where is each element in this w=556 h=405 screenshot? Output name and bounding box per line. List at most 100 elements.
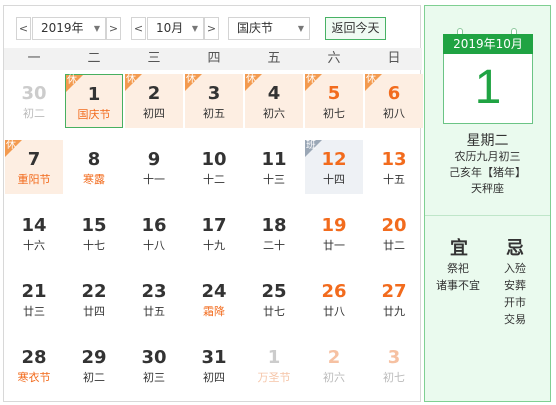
lunar-label: 十二 (203, 173, 225, 186)
weekday-label: 四 (207, 51, 221, 66)
day-cell[interactable]: 18 二十 (245, 206, 303, 260)
day-number: 10 (201, 149, 227, 170)
day-cell[interactable]: 10 十二 (185, 140, 243, 194)
day-number: 6 (387, 83, 401, 104)
month-select[interactable]: 10月 ▼ (147, 17, 204, 40)
next-month-button[interactable]: > (204, 17, 219, 40)
day-cell[interactable]: 24 霜降 (185, 272, 243, 326)
day-cell[interactable]: 16 十八 (125, 206, 183, 260)
day-cell[interactable]: 休 3 初五 (185, 74, 243, 128)
lunar-label: 廿一 (323, 239, 345, 252)
chevron-left-icon: < (18, 22, 29, 35)
day-cell[interactable]: 休 6 初八 (365, 74, 423, 128)
lunar-label: 万圣节 (257, 371, 291, 384)
prev-month-button[interactable]: < (131, 17, 146, 40)
day-number: 1 (267, 347, 281, 368)
date-card-header: 2019年10月 (443, 34, 533, 54)
weekday-header: 一二三四五六日 (4, 48, 422, 70)
day-cell[interactable]: 29 初二 (65, 338, 123, 392)
day-cell[interactable]: 17 十九 (185, 206, 243, 260)
lunar-label: 廿四 (83, 305, 105, 318)
ji-label: 忌 (506, 238, 524, 259)
day-cell[interactable]: 14 十六 (5, 206, 63, 260)
day-number: 1 (87, 84, 101, 105)
next-year-button[interactable]: > (106, 17, 121, 40)
day-cell[interactable]: 11 十三 (245, 140, 303, 194)
ganzhi-year: 己亥年【猪年】 (449, 166, 526, 179)
day-cell[interactable]: 13 十五 (365, 140, 423, 194)
weekday-label: 一 (27, 51, 41, 66)
lunar-label: 十三 (263, 173, 285, 186)
detail-divider (425, 215, 550, 216)
day-cell[interactable]: 3 初七 (365, 338, 423, 392)
lunar-label: 寒衣节 (17, 371, 51, 384)
day-number: 21 (21, 281, 47, 302)
lunar-label: 初六 (263, 107, 285, 120)
day-cell[interactable]: 1 万圣节 (245, 338, 303, 392)
day-cell[interactable]: 9 十一 (125, 140, 183, 194)
lunar-label: 二十 (263, 239, 285, 252)
lunar-label: 十八 (143, 239, 165, 252)
lunar-label: 十五 (383, 173, 405, 186)
day-number: 26 (321, 281, 347, 302)
lunar-label: 十七 (83, 239, 105, 252)
calendar-toolbar: < 2019年 ▼ > < 10月 ▼ > 国庆节 ▼ 返回今天 (4, 6, 422, 48)
day-cell[interactable]: 25 廿七 (245, 272, 303, 326)
day-number: 20 (381, 215, 407, 236)
day-cell[interactable]: 30 初三 (125, 338, 183, 392)
year-select-value: 2019年 (41, 21, 84, 35)
yi-label: 宜 (450, 238, 468, 259)
day-number: 22 (81, 281, 107, 302)
year-select[interactable]: 2019年 ▼ (32, 17, 106, 40)
lunar-label: 初三 (143, 371, 165, 384)
caret-down-icon: ▼ (93, 24, 100, 33)
lunar-label: 国庆节 (77, 108, 111, 121)
yi-item: 祭祀 (447, 262, 469, 275)
prev-year-button[interactable]: < (16, 17, 31, 40)
chevron-left-icon: < (133, 22, 144, 35)
day-number: 28 (21, 347, 47, 368)
day-number: 11 (261, 149, 287, 170)
yi-item: 诸事不宜 (436, 279, 480, 292)
day-cell[interactable]: 20 廿二 (365, 206, 423, 260)
day-cell[interactable]: 21 廿三 (5, 272, 63, 326)
day-cell[interactable]: 31 初四 (185, 338, 243, 392)
day-number: 25 (261, 281, 287, 302)
zodiac-sign: 天秤座 (471, 182, 504, 195)
lunar-label: 十六 (23, 239, 45, 252)
day-cell[interactable]: 休 7 重阳节 (5, 140, 63, 194)
day-cell[interactable]: 8 寒露 (65, 140, 123, 194)
lunar-label: 寒露 (83, 173, 105, 186)
ji-item: 交易 (504, 313, 526, 326)
day-cell[interactable]: 休 5 初七 (305, 74, 363, 128)
day-number: 18 (261, 215, 287, 236)
day-cell[interactable]: 班 12 十四 (305, 140, 363, 194)
day-number: 13 (381, 149, 407, 170)
day-cell[interactable]: 23 廿五 (125, 272, 183, 326)
day-cell[interactable]: 休 2 初四 (125, 74, 183, 128)
back-to-today-button[interactable]: 返回今天 (325, 17, 386, 40)
day-number: 5 (327, 83, 341, 104)
day-cell[interactable]: 休 4 初六 (245, 74, 303, 128)
day-cell[interactable]: 休 1 国庆节 (65, 74, 123, 128)
day-cell[interactable]: 26 廿八 (305, 272, 363, 326)
day-number: 2 (147, 83, 161, 104)
day-cell[interactable]: 22 廿四 (65, 272, 123, 326)
calendar-grid: 30 初二休 1 国庆节休 2 初四休 3 初五休 4 初六休 5 初七休 6 初八休 7 重阳节 8 寒露 9 十一… (4, 70, 423, 400)
holiday-select[interactable]: 国庆节 ▼ (228, 17, 310, 40)
ji-item: 入殓 (504, 262, 526, 275)
day-cell[interactable]: 15 十七 (65, 206, 123, 260)
selected-weekday: 星期二 (466, 133, 509, 149)
day-cell[interactable]: 2 初六 (305, 338, 363, 392)
weekday-label: 三 (147, 51, 161, 66)
day-number: 17 (201, 215, 227, 236)
day-number: 30 (141, 347, 167, 368)
day-cell[interactable]: 19 廿一 (305, 206, 363, 260)
lunar-label: 廿八 (323, 305, 345, 318)
day-number: 29 (81, 347, 107, 368)
caret-down-icon: ▼ (191, 24, 198, 33)
day-cell[interactable]: 30 初二 (5, 74, 63, 128)
day-cell[interactable]: 28 寒衣节 (5, 338, 63, 392)
selected-day-number: 1 (474, 61, 502, 114)
day-cell[interactable]: 27 廿九 (365, 272, 423, 326)
